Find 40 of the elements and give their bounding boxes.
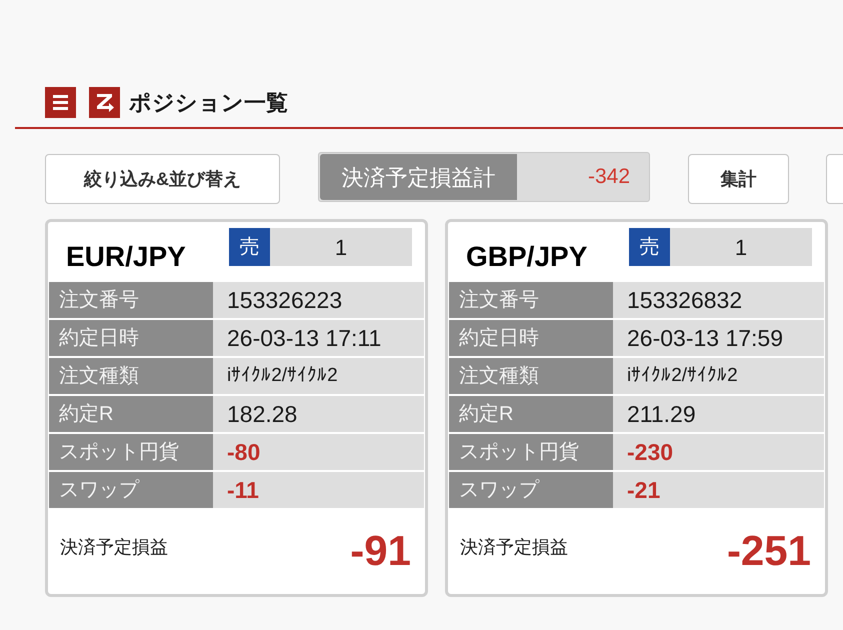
total-pl-value: -342 bbox=[586, 164, 631, 190]
field-value: -21 bbox=[613, 472, 824, 508]
pl-value: -91 bbox=[350, 530, 411, 572]
currency-pair: GBP/JPY bbox=[466, 241, 588, 272]
pl-value: -251 bbox=[726, 530, 811, 572]
field-label: スワップ bbox=[49, 472, 213, 508]
field-value: 182.28 bbox=[213, 396, 424, 432]
field-label: 注文番号 bbox=[49, 282, 213, 318]
field-value: iｻｲｸﾙ2/ｻｲｸﾙ2 bbox=[613, 358, 824, 394]
field-label: スワップ bbox=[449, 472, 613, 508]
field-label: スポット円貨 bbox=[49, 434, 213, 470]
side-tag: 売 bbox=[629, 228, 670, 266]
menu-icon[interactable] bbox=[45, 87, 76, 118]
field-value: iｻｲｸﾙ2/ｻｲｸﾙ2 bbox=[213, 358, 424, 394]
field-value: 26-03-13 17:59 bbox=[613, 320, 824, 356]
field-value: -230 bbox=[613, 434, 824, 470]
quantity-value: 1 bbox=[270, 228, 412, 266]
field-value: 153326832 bbox=[613, 282, 824, 318]
field-label: 注文番号 bbox=[449, 282, 613, 318]
pl-label: 決済予定損益 bbox=[460, 536, 568, 558]
filter-sort-button[interactable]: 絞り込み&並び替え bbox=[45, 154, 280, 204]
summary-button[interactable]: 集計 bbox=[688, 154, 789, 204]
pl-label: 決済予定損益 bbox=[60, 536, 168, 558]
field-label: 注文種類 bbox=[49, 358, 213, 394]
field-value: 26-03-13 17:11 bbox=[213, 320, 424, 356]
field-value: 211.29 bbox=[613, 396, 824, 432]
page-title: ポジション一覧 bbox=[129, 89, 288, 117]
field-label: 約定R bbox=[449, 396, 613, 432]
field-label: 約定日時 bbox=[449, 320, 613, 356]
field-value: -80 bbox=[213, 434, 424, 470]
field-label: 注文種類 bbox=[449, 358, 613, 394]
currency-pair: EUR/JPY bbox=[66, 241, 186, 272]
field-value: 153326223 bbox=[213, 282, 424, 318]
field-label: 約定日時 bbox=[49, 320, 213, 356]
quantity-value: 1 bbox=[670, 228, 812, 266]
field-value: -11 bbox=[213, 472, 424, 508]
side-tag: 売 bbox=[229, 228, 270, 266]
total-pl-label: 決済予定損益計 bbox=[320, 154, 517, 200]
field-label: 約定R bbox=[49, 396, 213, 432]
field-label: スポット円貨 bbox=[449, 434, 613, 470]
